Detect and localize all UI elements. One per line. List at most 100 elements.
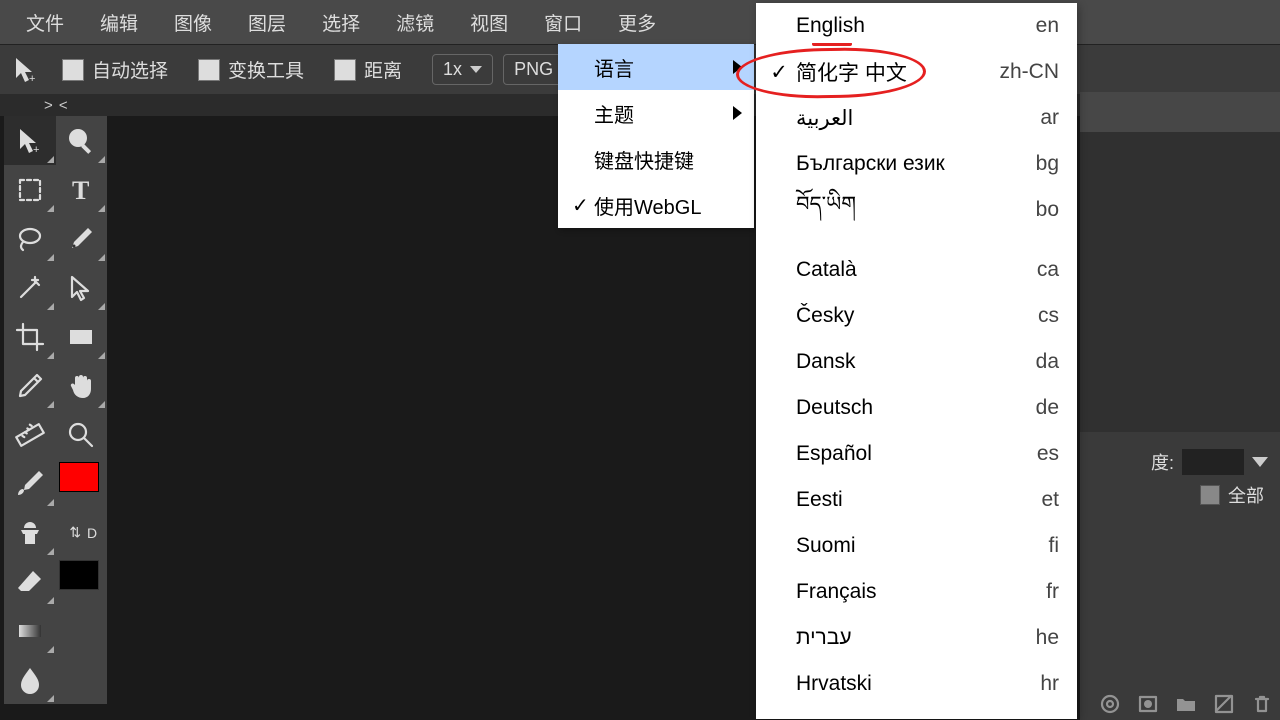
magic-wand-tool[interactable] <box>4 263 56 312</box>
lang-item-fr[interactable]: Français fr <box>756 569 1077 615</box>
default-colors-icon[interactable]: D <box>87 525 97 541</box>
all-checkbox[interactable] <box>1200 485 1220 505</box>
lang-name: Български език <box>796 152 945 176</box>
menu-file[interactable]: 文件 <box>8 9 82 36</box>
lang-item-hr[interactable]: Hrvatski hr <box>756 661 1077 707</box>
lang-item-es[interactable]: Español es <box>756 431 1077 477</box>
lang-name: العربية <box>796 106 853 131</box>
menu-image[interactable]: 图像 <box>156 9 230 36</box>
marquee-tool[interactable] <box>4 165 56 214</box>
type-tool[interactable]: T <box>56 165 108 214</box>
direct-select-tool[interactable] <box>56 263 108 312</box>
lang-code: da <box>1036 350 1059 374</box>
lang-code: en <box>1036 14 1059 38</box>
move-tool[interactable]: + <box>4 116 56 165</box>
scale-value: 1x <box>443 59 462 80</box>
zoom-tool-2[interactable] <box>56 410 108 459</box>
opt-distance[interactable]: 距离 <box>334 56 402 83</box>
swap-colors-icon[interactable]: ⇅ <box>69 524 81 541</box>
crop-tool[interactable] <box>4 312 56 361</box>
opacity-input[interactable] <box>1182 449 1244 475</box>
lasso-tool[interactable] <box>4 214 56 263</box>
chevron-down-icon[interactable] <box>1252 457 1268 467</box>
lang-item-cs[interactable]: Česky cs <box>756 293 1077 339</box>
more-menu-language[interactable]: 语言 <box>558 44 754 90</box>
lang-name: English <box>796 14 865 38</box>
menu-select[interactable]: 选择 <box>304 9 378 36</box>
menu-window[interactable]: 窗口 <box>526 9 600 36</box>
lang-item-he[interactable]: עברית he <box>756 615 1077 661</box>
opt-transform-tool[interactable]: 变换工具 <box>198 56 304 83</box>
gradient-tool[interactable] <box>4 606 56 655</box>
submenu-arrow-icon <box>733 106 742 120</box>
new-layer-icon[interactable] <box>1212 692 1236 716</box>
brush-tool[interactable] <box>4 459 56 508</box>
fx-icon[interactable] <box>1098 692 1122 716</box>
rectangle-tool[interactable] <box>56 312 108 361</box>
eyedropper-tool[interactable] <box>4 361 56 410</box>
eraser-tool[interactable] <box>4 557 56 606</box>
lang-item-en[interactable]: English en <box>756 3 1077 49</box>
menu-filter[interactable]: 滤镜 <box>378 9 452 36</box>
export-format-button[interactable]: PNG <box>503 54 564 85</box>
more-menu-theme[interactable]: 主题 <box>558 90 754 136</box>
lang-item-bo[interactable]: བོད་ཡིག bo <box>756 187 1077 233</box>
checkbox-icon[interactable] <box>334 59 356 81</box>
menu-edit[interactable]: 编辑 <box>82 9 156 36</box>
lang-name: Español <box>796 442 872 466</box>
swatch-swap-default[interactable]: ⇅ D <box>56 508 108 557</box>
lang-item-zhcn[interactable]: ✓简化字 中文 zh-CN <box>756 49 1077 95</box>
menubar: 文件 编辑 图像 图层 选择 滤镜 视图 窗口 更多 <box>0 0 1280 44</box>
scale-dropdown[interactable]: 1x <box>432 54 493 85</box>
svg-text:+: + <box>33 144 39 156</box>
menu-more[interactable]: 更多 <box>600 9 674 36</box>
tool-palette: + T <box>4 116 107 704</box>
more-menu-webgl[interactable]: ✓ 使用WebGL <box>558 182 754 228</box>
mask-icon[interactable] <box>1136 692 1160 716</box>
check-icon: ✓ <box>572 193 594 218</box>
all-label: 全部 <box>1228 482 1264 508</box>
all-row: 全部 <box>1080 482 1280 508</box>
right-panels: 度: 全部 <box>1080 92 1280 720</box>
more-submenu: 语言 主题 键盘快捷键 ✓ 使用WebGL <box>558 44 754 228</box>
ruler-tool[interactable] <box>4 410 56 459</box>
lang-code: ar <box>1040 106 1059 130</box>
opt-auto-select[interactable]: 自动选择 <box>62 56 168 83</box>
pen-tool[interactable] <box>56 214 108 263</box>
clone-stamp-tool[interactable] <box>4 508 56 557</box>
svg-text:+: + <box>29 73 35 85</box>
lang-name: עברית <box>796 626 852 650</box>
hand-tool[interactable] <box>56 361 108 410</box>
menu-layer[interactable]: 图层 <box>230 9 304 36</box>
menu-view[interactable]: 视图 <box>452 9 526 36</box>
lang-code: de <box>1036 396 1059 420</box>
opacity-label: 度: <box>1151 449 1174 475</box>
blur-tool[interactable] <box>4 655 56 704</box>
export-format-label: PNG <box>514 59 553 80</box>
checkbox-icon[interactable] <box>198 59 220 81</box>
lang-item-fi[interactable]: Suomi fi <box>756 523 1077 569</box>
lang-item-ar[interactable]: العربية ar <box>756 95 1077 141</box>
lang-item-da[interactable]: Dansk da <box>756 339 1077 385</box>
lang-name: བོད་ཡིག <box>796 181 856 240</box>
trash-icon[interactable] <box>1250 692 1274 716</box>
lang-code: ca <box>1037 258 1059 282</box>
lang-code: et <box>1041 488 1059 512</box>
lang-item-ca[interactable]: Català ca <box>756 247 1077 293</box>
lang-item-de[interactable]: Deutsch de <box>756 385 1077 431</box>
more-menu-language-label: 语言 <box>594 53 634 82</box>
lang-code: bg <box>1036 152 1059 176</box>
background-swatch[interactable] <box>56 557 108 606</box>
foreground-swatch[interactable] <box>56 459 108 508</box>
folder-icon[interactable] <box>1174 692 1198 716</box>
checkbox-icon[interactable] <box>62 59 84 81</box>
lang-item-et[interactable]: Eesti et <box>756 477 1077 523</box>
zoom-tool[interactable] <box>56 116 108 165</box>
lang-code: bo <box>1036 198 1059 222</box>
language-submenu: English en ✓简化字 中文 zh-CN العربية ar Бълг… <box>756 3 1077 719</box>
more-menu-shortcuts[interactable]: 键盘快捷键 <box>558 136 754 182</box>
opt-distance-label: 距离 <box>364 56 402 83</box>
lang-name: Suomi <box>796 534 856 558</box>
lang-name: Deutsch <box>796 396 873 420</box>
current-tool-icon: + <box>8 52 44 88</box>
